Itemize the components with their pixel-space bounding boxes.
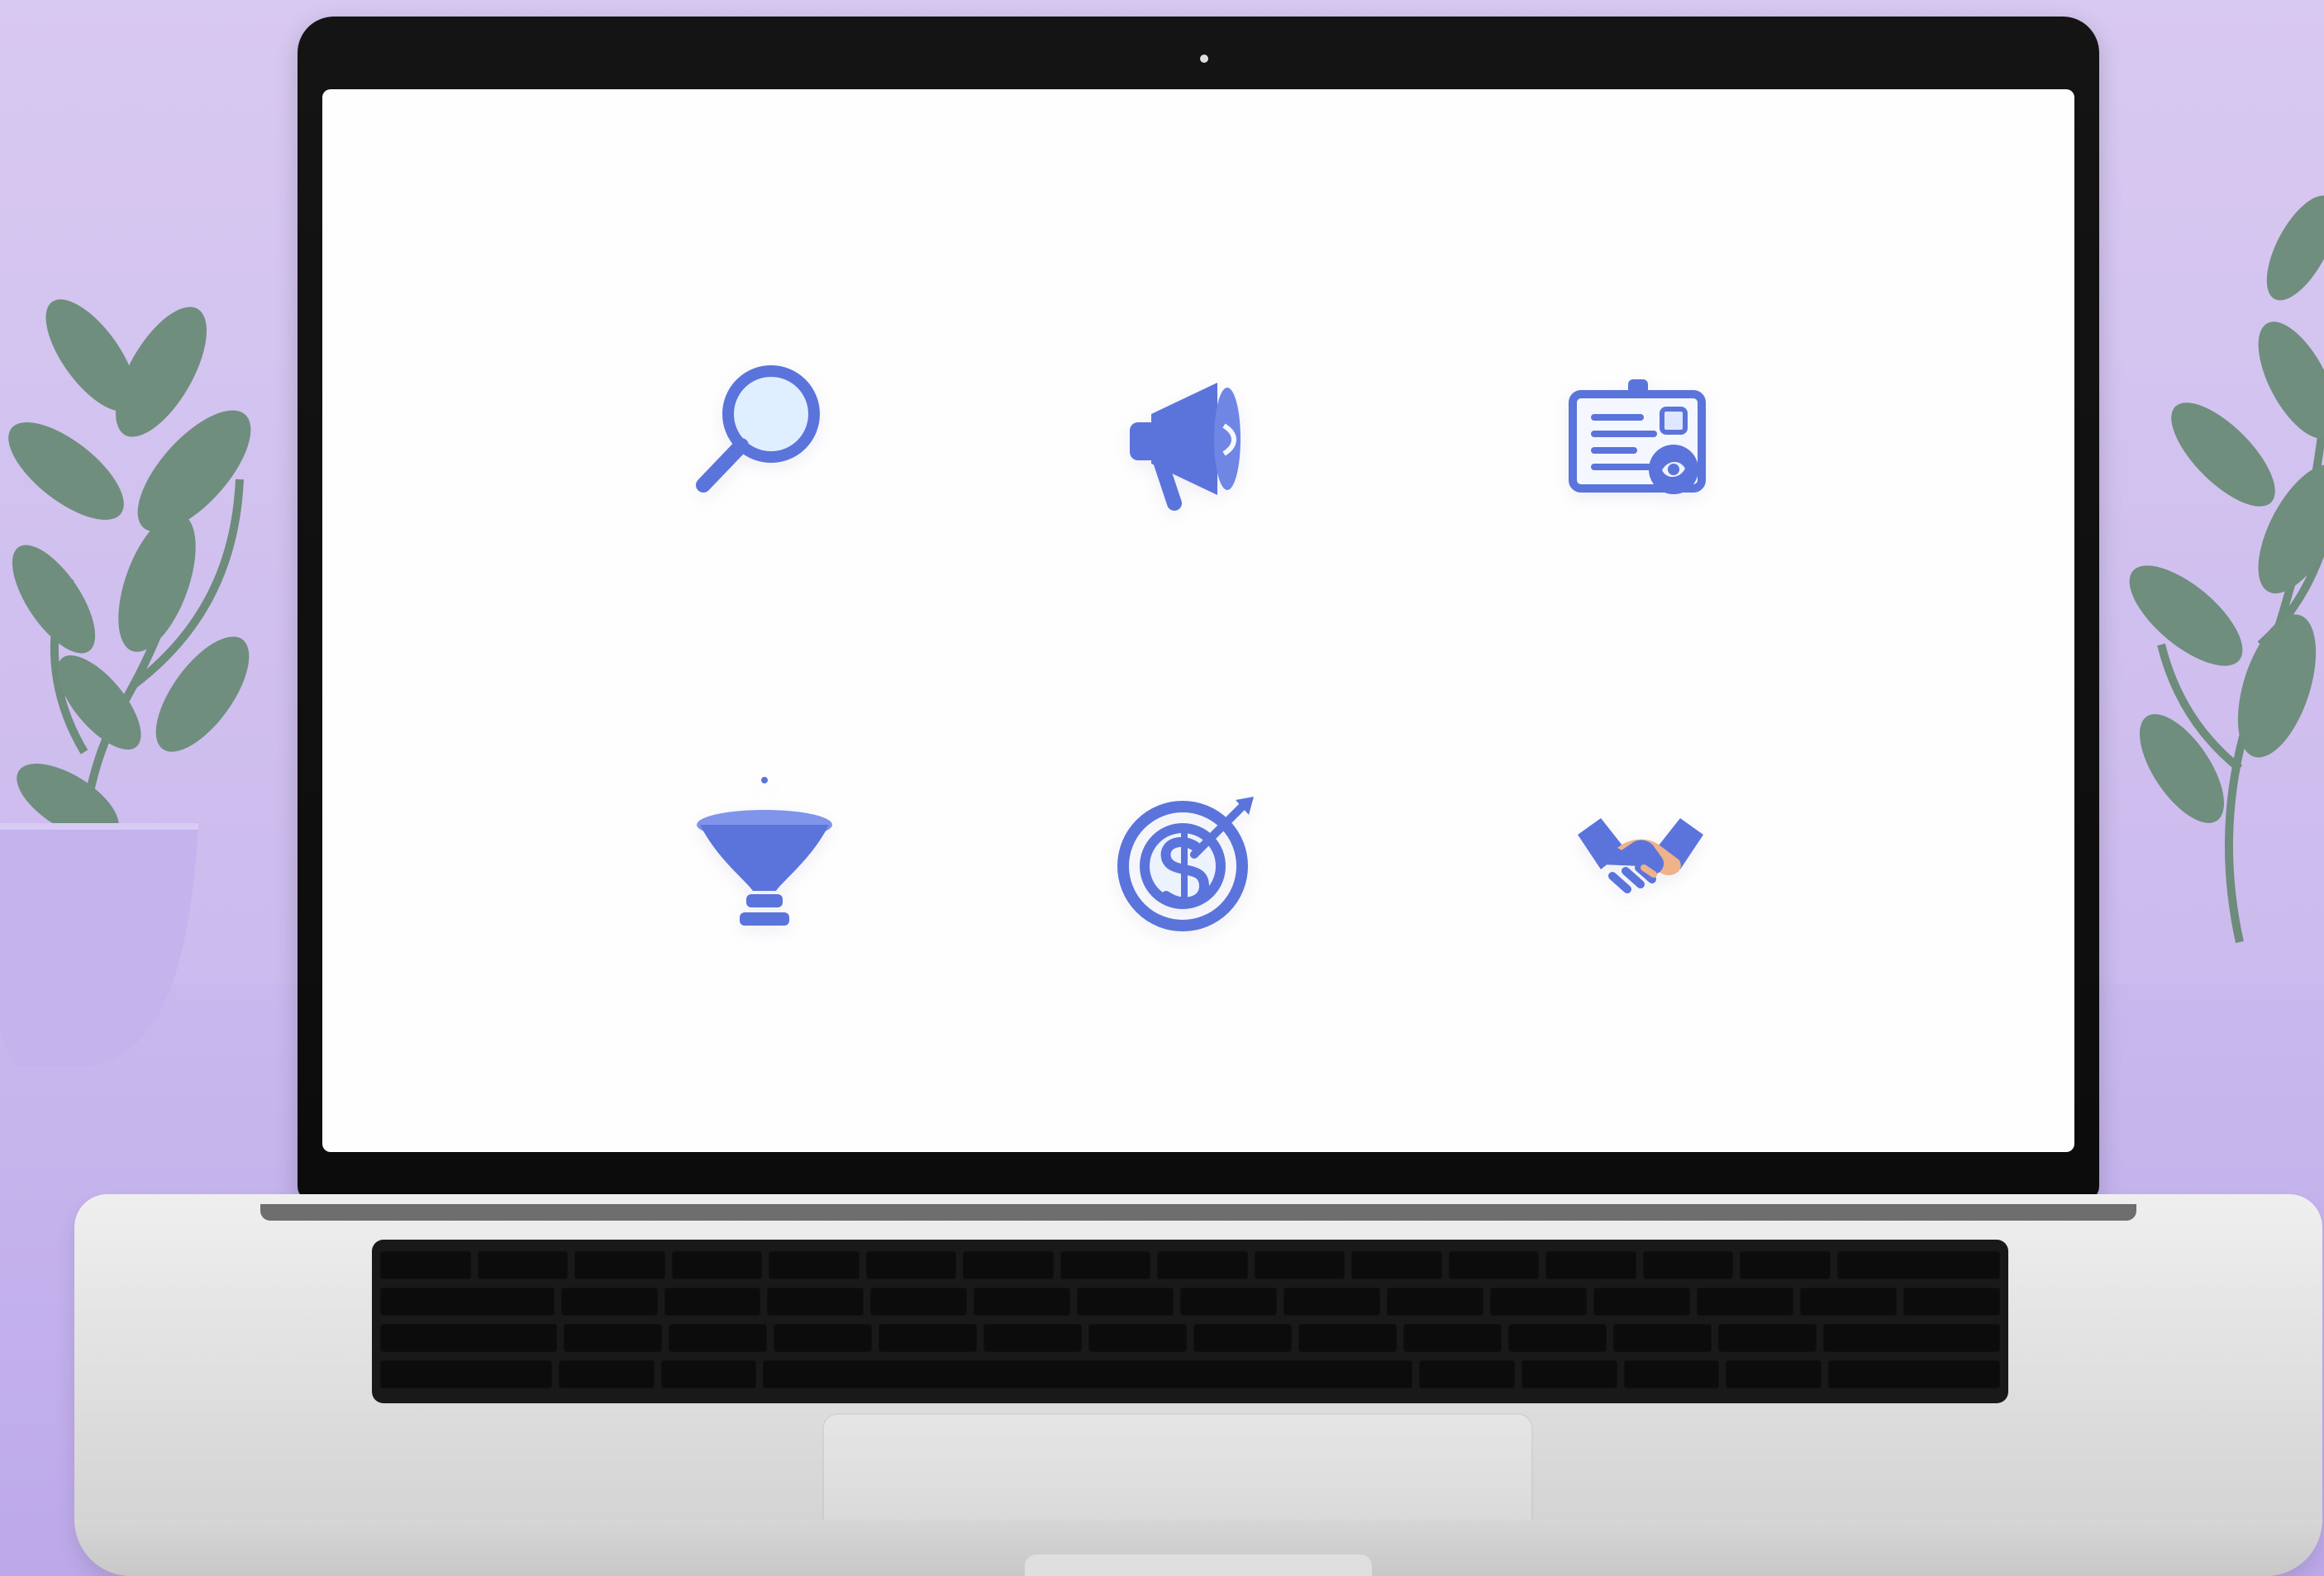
dollar-target-icon <box>1091 755 1298 961</box>
hinge <box>260 1204 2136 1221</box>
handshake-icon <box>1537 755 1744 961</box>
laptop-lid <box>298 17 2099 1202</box>
laptop <box>74 17 2322 1576</box>
right-plant <box>2083 182 2324 967</box>
camera-icon <box>1200 55 1208 63</box>
contact-card-icon <box>1537 337 1744 544</box>
megaphone-icon <box>1091 337 1298 544</box>
trackpad <box>822 1413 1533 1537</box>
left-plant <box>0 124 264 1066</box>
laptop-screen <box>322 89 2074 1152</box>
funnel-icon <box>661 755 868 961</box>
base-notch <box>1025 1555 1372 1576</box>
laptop-base <box>74 1194 2322 1576</box>
search-icon <box>661 337 868 544</box>
scene <box>0 0 2324 1576</box>
keyboard <box>372 1240 2008 1403</box>
